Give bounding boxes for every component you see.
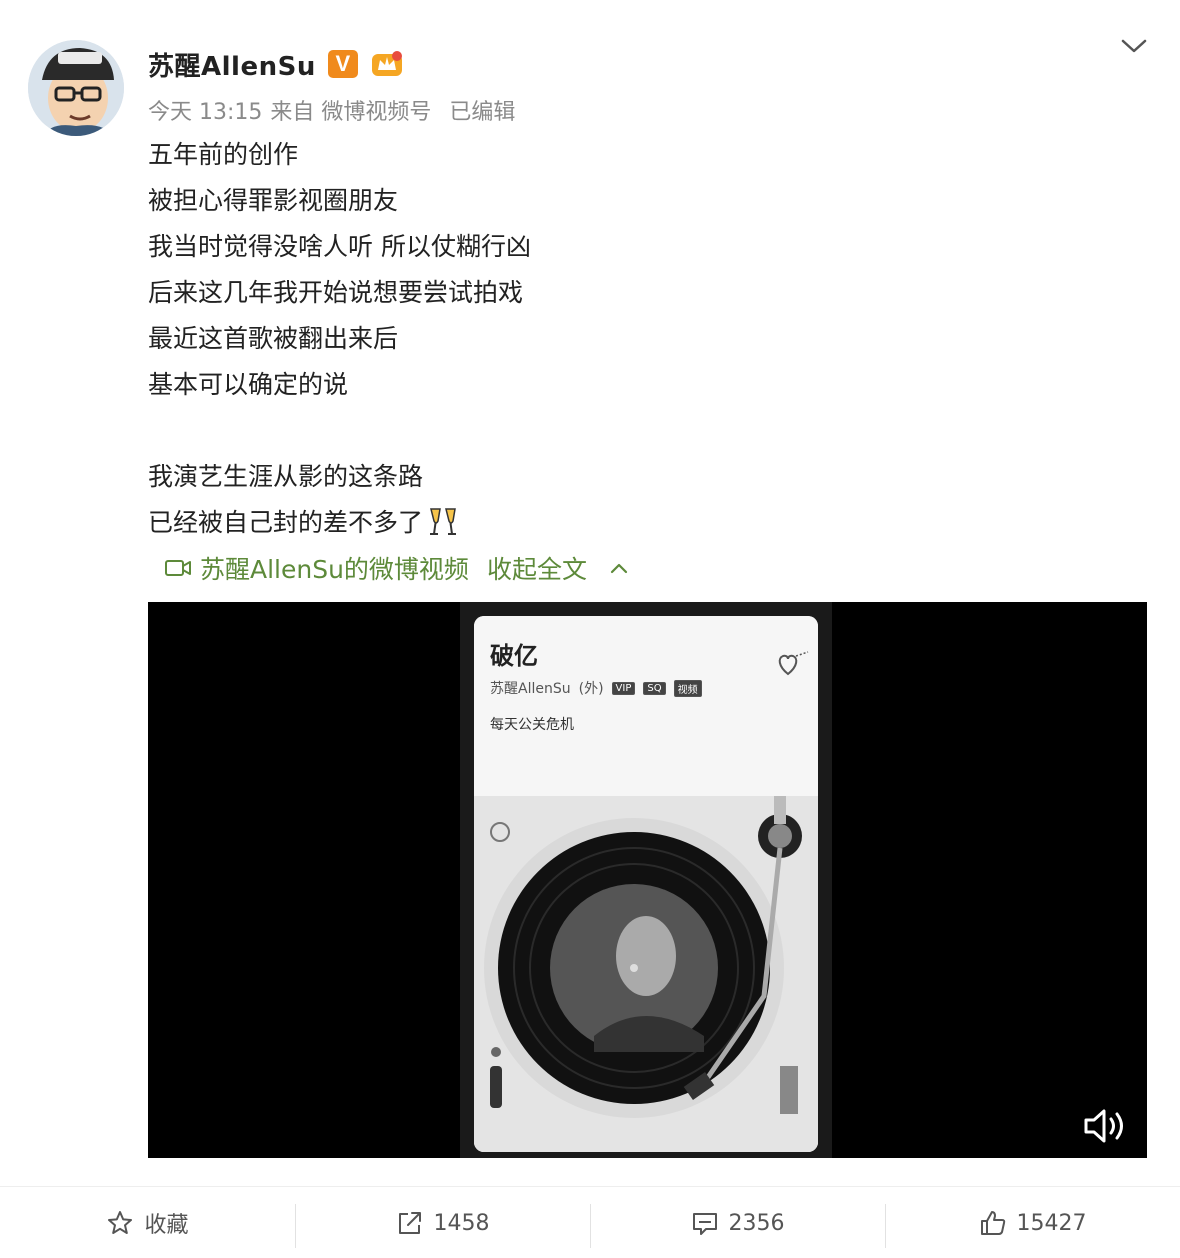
post-text: 五年前的创作 被担心得罪影视圈朋友 我当时觉得没啥人听 所以仗糊行凶 后来这几年… bbox=[148, 132, 531, 546]
comment-button[interactable]: 2356 bbox=[590, 1188, 885, 1258]
weibo-post: 苏醒AllenSu V 今天 13:15 来自 微博视频号 已编辑 五年前的创作… bbox=[0, 0, 1180, 1258]
post-line: 我当时觉得没啥人听 所以仗糊行凶 bbox=[148, 232, 531, 261]
repost-count: 1458 bbox=[433, 1210, 490, 1236]
post-line: 已经被自己封的差不多了 bbox=[148, 508, 424, 537]
collapse-text-button[interactable]: 收起全文 bbox=[487, 550, 587, 586]
music-card-header: 破亿 苏醒AllenSu (外) VIP SQ 视频 每天公关危机 bbox=[474, 616, 818, 796]
post-line: 我演艺生涯从影的这条路 bbox=[148, 462, 424, 491]
share-icon bbox=[398, 1212, 421, 1234]
comment-icon bbox=[692, 1213, 717, 1235]
divider bbox=[0, 1186, 1180, 1187]
favorite-button[interactable]: 收藏 bbox=[0, 1188, 295, 1258]
avatar[interactable] bbox=[28, 40, 124, 136]
song-tag: VIP bbox=[611, 681, 636, 695]
verified-badge-icon: V bbox=[327, 50, 358, 78]
chevron-up-icon[interactable] bbox=[609, 561, 629, 575]
post-source[interactable]: 来自 微博视频号 bbox=[270, 94, 431, 126]
post-line: 最近这首歌被翻出来后 bbox=[148, 324, 399, 353]
star-icon bbox=[108, 1211, 133, 1234]
song-artist-line: 苏醒AllenSu (外) VIP SQ 视频 bbox=[490, 678, 702, 698]
video-link[interactable]: 苏醒AllenSu的微博视频 bbox=[200, 550, 469, 586]
vinyl-record-icon bbox=[474, 796, 818, 1152]
song-title: 破亿 bbox=[490, 642, 538, 670]
turntable-area bbox=[474, 796, 818, 1152]
author-row: 苏醒AllenSu V bbox=[148, 44, 404, 84]
volume-icon[interactable] bbox=[1082, 1106, 1128, 1146]
repost-button[interactable]: 1458 bbox=[295, 1188, 590, 1258]
post-line: 被担心得罪影视圈朋友 bbox=[148, 186, 399, 215]
divider bbox=[295, 1204, 296, 1248]
video-camera-icon bbox=[165, 560, 191, 576]
author-name[interactable]: 苏醒AllenSu bbox=[148, 46, 316, 83]
video-frame: 破亿 苏醒AllenSu (外) VIP SQ 视频 每天公关危机 bbox=[460, 602, 832, 1158]
like-count: 15427 bbox=[1016, 1210, 1087, 1236]
crown-badge-icon bbox=[371, 51, 402, 76]
post-line: 五年前的创作 bbox=[148, 140, 299, 169]
divider bbox=[590, 1204, 591, 1248]
comment-count: 2356 bbox=[728, 1210, 785, 1236]
song-tag: 视频 bbox=[673, 679, 702, 697]
video-link-row: 苏醒AllenSu的微博视频 收起全文 bbox=[164, 548, 629, 588]
music-card: 破亿 苏醒AllenSu (外) VIP SQ 视频 每天公关危机 bbox=[474, 616, 818, 1152]
post-meta: 今天 13:15 来自 微博视频号 已编辑 bbox=[148, 94, 515, 126]
heart-icon bbox=[778, 651, 809, 676]
song-artist: 苏醒AllenSu bbox=[490, 681, 571, 697]
post-time[interactable]: 今天 13:15 bbox=[148, 94, 262, 126]
cheers-icon bbox=[430, 508, 457, 535]
song-artist-tag: (外) bbox=[578, 681, 604, 697]
action-bar: 收藏 1458 2356 15427 bbox=[0, 1188, 1180, 1258]
post-line: 基本可以确定的说 bbox=[148, 370, 349, 399]
song-tag: SQ bbox=[643, 681, 666, 695]
like-button[interactable]: 15427 bbox=[885, 1188, 1180, 1258]
chevron-down-icon[interactable] bbox=[1118, 34, 1150, 58]
post-line-last: 已经被自己封的差不多了 bbox=[148, 500, 531, 546]
divider bbox=[885, 1204, 886, 1248]
edited-label[interactable]: 已编辑 bbox=[449, 94, 515, 126]
favorite-label: 收藏 bbox=[144, 1213, 189, 1238]
song-lyric: 每天公关危机 bbox=[490, 717, 574, 733]
thumbs-up-icon bbox=[980, 1211, 1005, 1235]
post-line: 后来这几年我开始说想要尝试拍戏 bbox=[148, 278, 524, 307]
video-player[interactable]: 破亿 苏醒AllenSu (外) VIP SQ 视频 每天公关危机 bbox=[148, 602, 1147, 1158]
